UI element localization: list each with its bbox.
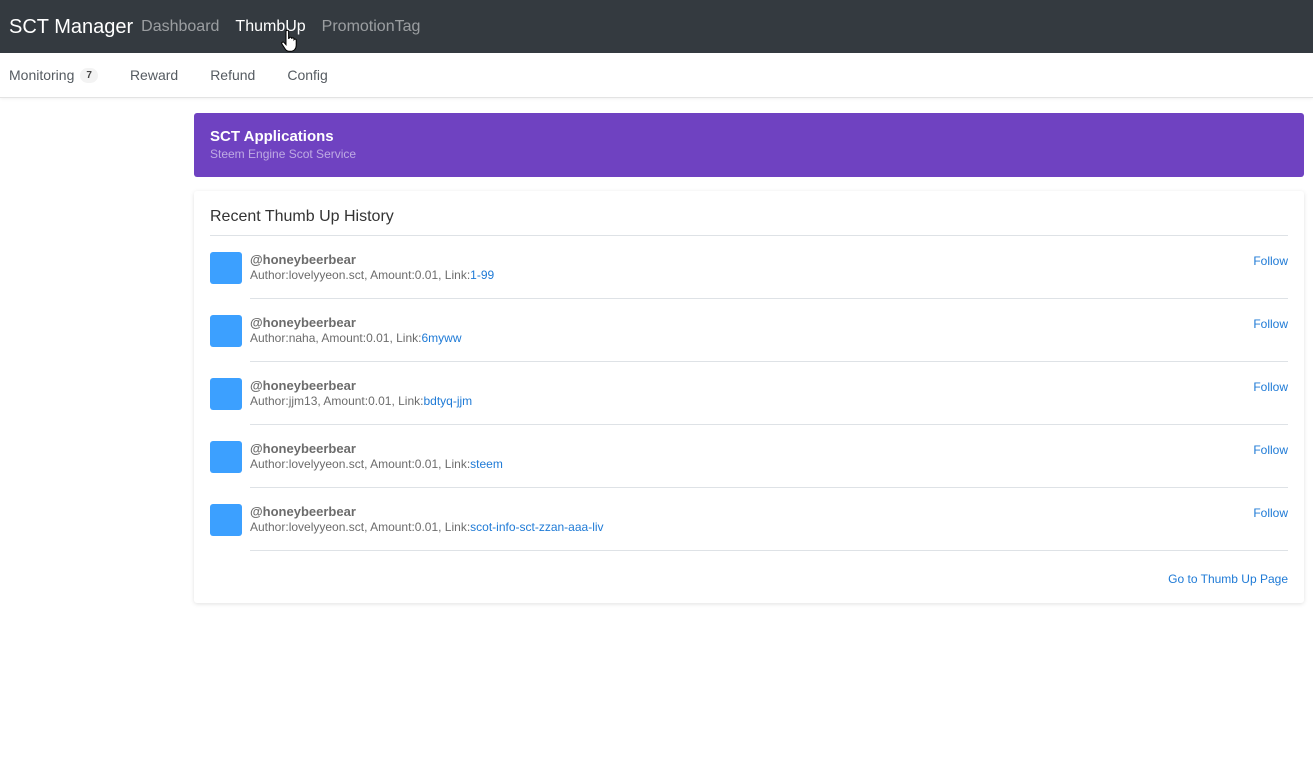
author-prefix: Author:: [250, 331, 289, 345]
brand-logo[interactable]: SCT Manager: [9, 17, 133, 37]
nav-link-dashboard[interactable]: Dashboard: [141, 18, 219, 35]
list-item-body: @honeybeerbear Author:lovelyyeon.sct, Am…: [250, 441, 1288, 488]
list-item: @honeybeerbear Author:lovelyyeon.sct, Am…: [210, 425, 1288, 488]
list-item-body: @honeybeerbear Author:lovelyyeon.sct, Am…: [250, 252, 1288, 299]
post-link[interactable]: 1-99: [470, 268, 494, 282]
amount-prefix: , Amount:: [315, 331, 367, 345]
link-prefix: , Link:: [438, 457, 471, 471]
main-content: SCT Applications Steem Engine Scot Servi…: [194, 113, 1304, 603]
list-item: @honeybeerbear Author:naha, Amount:0.01,…: [210, 299, 1288, 362]
amount-value: 0.01: [368, 394, 392, 408]
post-link[interactable]: 6myww: [421, 331, 461, 345]
banner-subtitle: Steem Engine Scot Service: [210, 147, 357, 161]
top-navbar: SCT Manager Dashboard ThumbUp PromotionT…: [0, 0, 1313, 53]
subnav-item-reward[interactable]: Reward: [130, 67, 178, 83]
app-banner: SCT Applications Steem Engine Scot Servi…: [194, 113, 1304, 177]
amount-prefix: , Amount:: [364, 520, 415, 534]
go-to-thumbup-link[interactable]: Go to Thumb Up Page: [1168, 572, 1288, 586]
username: @honeybeerbear: [250, 441, 356, 456]
subnav-label: Refund: [210, 67, 256, 83]
history-card: Recent Thumb Up History @honeybeerbear A…: [194, 191, 1304, 603]
subnav-label: Monitoring: [9, 67, 75, 83]
subnav-item-config[interactable]: Config: [287, 67, 327, 83]
amount-value: 0.01: [414, 520, 439, 534]
username: @honeybeerbear: [250, 315, 356, 330]
follow-button[interactable]: Follow: [1253, 317, 1288, 331]
follow-button[interactable]: Follow: [1253, 443, 1288, 457]
username: @honeybeerbear: [250, 252, 356, 267]
hand-pointer-icon: [281, 30, 297, 52]
avatar: [210, 441, 242, 473]
subnav-item-monitoring[interactable]: Monitoring 7: [9, 67, 98, 83]
link-prefix: , Link:: [438, 268, 471, 282]
amount-value: 0.01: [366, 331, 390, 345]
author-prefix: Author:: [250, 268, 289, 282]
follow-button[interactable]: Follow: [1253, 506, 1288, 520]
author-value: lovelyyeon.sct: [288, 457, 365, 471]
item-info: Author:naha, Amount:0.01, Link:6myww: [250, 331, 1288, 346]
follow-button[interactable]: Follow: [1253, 254, 1288, 268]
author-value: naha: [288, 331, 316, 345]
amount-prefix: , Amount:: [317, 394, 369, 408]
author-value: lovelyyeon.sct: [288, 520, 365, 534]
subnav-item-refund[interactable]: Refund: [210, 67, 255, 83]
avatar: [210, 378, 242, 410]
username: @honeybeerbear: [250, 504, 356, 519]
avatar: [210, 504, 242, 536]
list-item-body: @honeybeerbear Author:naha, Amount:0.01,…: [250, 315, 1288, 362]
history-list: @honeybeerbear Author:lovelyyeon.sct, Am…: [210, 236, 1288, 551]
subnav-label: Reward: [129, 67, 179, 83]
post-link[interactable]: bdtyq-jjm: [423, 394, 472, 408]
author-value: lovelyyeon.sct: [288, 268, 365, 282]
item-info: Author:lovelyyeon.sct, Amount:0.01, Link…: [250, 268, 1288, 283]
banner-title: SCT Applications: [210, 128, 334, 145]
item-info: Author:lovelyyeon.sct, Amount:0.01, Link…: [250, 520, 1288, 535]
author-value: jjm13: [288, 394, 318, 408]
list-item: @honeybeerbear Author:jjm13, Amount:0.01…: [210, 362, 1288, 425]
card-title: Recent Thumb Up History: [210, 207, 1288, 236]
amount-prefix: , Amount:: [364, 457, 415, 471]
list-item: @honeybeerbear Author:lovelyyeon.sct, Am…: [210, 236, 1288, 299]
post-link[interactable]: scot-info-sct-zzan-aaa-liv: [470, 520, 603, 534]
list-item-body: @honeybeerbear Author:jjm13, Amount:0.01…: [250, 378, 1288, 425]
list-item-body: @honeybeerbear Author:lovelyyeon.sct, Am…: [250, 504, 1288, 551]
item-info: Author:jjm13, Amount:0.01, Link:bdtyq-jj…: [250, 394, 1288, 409]
follow-button[interactable]: Follow: [1253, 380, 1288, 394]
avatar: [210, 252, 242, 284]
username: @honeybeerbear: [250, 378, 356, 393]
amount-value: 0.01: [414, 457, 439, 471]
author-prefix: Author:: [250, 394, 289, 408]
item-info: Author:lovelyyeon.sct, Amount:0.01, Link…: [250, 457, 1288, 472]
link-prefix: , Link:: [391, 394, 424, 408]
nav-link-promotiontag[interactable]: PromotionTag: [322, 18, 421, 35]
avatar: [210, 315, 242, 347]
subnav-label: Config: [287, 67, 328, 83]
link-prefix: , Link:: [438, 520, 471, 534]
author-prefix: Author:: [250, 520, 289, 534]
amount-prefix: , Amount:: [364, 268, 415, 282]
list-item: @honeybeerbear Author:lovelyyeon.sct, Am…: [210, 488, 1288, 551]
count-badge: 7: [80, 67, 98, 83]
link-prefix: , Link:: [389, 331, 422, 345]
post-link[interactable]: steem: [470, 457, 503, 471]
author-prefix: Author:: [250, 457, 289, 471]
sub-navbar: Monitoring 7 Reward Refund Config: [0, 53, 1313, 98]
amount-value: 0.01: [414, 268, 439, 282]
